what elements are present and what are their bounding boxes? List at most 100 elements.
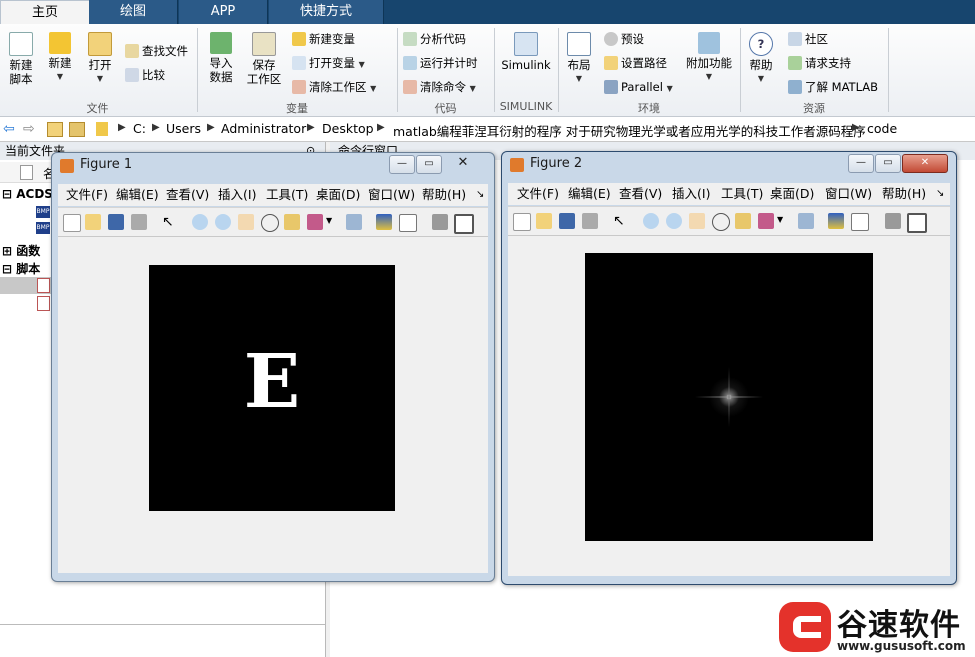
breadcrumb-project-folder[interactable]: matlab编程菲涅耳衍射的程序 对于研究物理光学或者应用光学的科技工作者源码程… — [393, 121, 866, 140]
hide-tools-icon[interactable] — [432, 214, 448, 230]
open-file-icon[interactable] — [85, 214, 101, 230]
tab-plots[interactable]: 绘图 — [89, 0, 178, 24]
new-figure-icon[interactable] — [513, 213, 531, 231]
help-button[interactable]: ? 帮助 ▼ — [746, 32, 776, 86]
menu-view[interactable]: 查看(V) — [166, 184, 209, 206]
dock-arrow-icon[interactable]: ↘ — [936, 183, 944, 205]
tree-item-scripts[interactable]: ⊟ 脚本 — [2, 260, 40, 277]
new-script-button[interactable]: 新建 脚本 — [4, 32, 38, 86]
zoom-in-icon[interactable] — [192, 214, 208, 230]
menu-window[interactable]: 窗口(W) — [825, 183, 872, 205]
pointer-icon[interactable]: ↖ — [162, 214, 178, 230]
breadcrumb-users[interactable]: Users — [166, 121, 201, 136]
import-data-button[interactable]: 导入 数据 — [203, 32, 239, 84]
data-cursor-icon[interactable] — [735, 213, 751, 229]
close-button[interactable]: ✕ — [902, 154, 948, 173]
clear-workspace-button[interactable]: 清除工作区 ▼ — [292, 78, 376, 96]
minimize-button[interactable]: — — [389, 155, 415, 174]
rotate-3d-icon[interactable] — [712, 213, 730, 231]
breadcrumb-administrator[interactable]: Administrator — [221, 121, 306, 136]
tree-item-functions[interactable]: ⊞ 函数 — [2, 242, 40, 259]
menu-insert[interactable]: 插入(I) — [218, 184, 256, 206]
menu-file[interactable]: 文件(F) — [66, 184, 108, 206]
up-folder-icon[interactable] — [47, 122, 63, 137]
tab-apps[interactable]: APP — [179, 0, 268, 24]
script-file-icon[interactable] — [37, 278, 50, 293]
brush-icon[interactable] — [307, 214, 323, 230]
menu-desktop[interactable]: 桌面(D) — [316, 184, 360, 206]
expand-minus-icon[interactable]: ⊟ — [2, 262, 12, 276]
menu-edit[interactable]: 编辑(E) — [116, 184, 159, 206]
pan-icon[interactable] — [238, 214, 254, 230]
compare-button[interactable]: 比较 — [125, 66, 165, 84]
menu-tools[interactable]: 工具(T) — [721, 183, 763, 205]
rotate-3d-icon[interactable] — [261, 214, 279, 232]
print-icon[interactable] — [131, 214, 147, 230]
add-ons-button[interactable]: 附加功能 ▼ — [684, 32, 734, 84]
zoom-out-icon[interactable] — [666, 213, 682, 229]
save-icon[interactable] — [559, 213, 575, 229]
preferences-button[interactable]: 预设 — [604, 30, 644, 48]
clear-commands-button[interactable]: 清除命令 ▼ — [403, 78, 476, 96]
link-plot-icon[interactable] — [346, 214, 362, 230]
pan-icon[interactable] — [689, 213, 705, 229]
new-variable-button[interactable]: 新建变量 — [292, 30, 355, 48]
save-workspace-button[interactable]: 保存 工作区 — [244, 32, 284, 86]
menu-view[interactable]: 查看(V) — [619, 183, 662, 205]
data-cursor-icon[interactable] — [284, 214, 300, 230]
link-plot-icon[interactable] — [798, 213, 814, 229]
minimize-button[interactable]: — — [848, 154, 874, 173]
back-arrow-icon[interactable]: ⇦ — [3, 121, 15, 137]
brush-icon[interactable] — [758, 213, 774, 229]
legend-icon[interactable] — [399, 214, 417, 232]
open-variable-button[interactable]: 打开变量 ▼ — [292, 54, 365, 72]
set-path-button[interactable]: 设置路径 — [604, 54, 667, 72]
learn-matlab-button[interactable]: 了解 MATLAB — [788, 78, 878, 96]
dock-figure-icon[interactable] — [454, 214, 474, 234]
menu-help[interactable]: 帮助(H) — [882, 183, 926, 205]
chevron-down-icon[interactable]: ▼ — [326, 216, 332, 225]
dock-figure-icon[interactable] — [907, 213, 927, 233]
menu-insert[interactable]: 插入(I) — [672, 183, 710, 205]
zoom-in-icon[interactable] — [643, 213, 659, 229]
menu-tools[interactable]: 工具(T) — [266, 184, 308, 206]
tab-shortcuts[interactable]: 快捷方式 — [269, 0, 384, 24]
save-icon[interactable] — [108, 214, 124, 230]
breadcrumb-desktop[interactable]: Desktop — [322, 121, 374, 136]
bmp-file-icon[interactable]: BMP — [36, 206, 50, 218]
chevron-down-icon[interactable]: ▼ — [777, 215, 783, 224]
colorbar-icon[interactable] — [376, 214, 392, 230]
menu-help[interactable]: 帮助(H) — [422, 184, 466, 206]
find-files-button[interactable]: 查找文件 — [125, 42, 188, 60]
new-button[interactable]: 新建 ▼ — [44, 32, 76, 84]
colorbar-icon[interactable] — [828, 213, 844, 229]
request-support-button[interactable]: 请求支持 — [788, 54, 851, 72]
layout-button[interactable]: 布局 ▼ — [564, 32, 594, 86]
pointer-icon[interactable]: ↖ — [613, 213, 629, 229]
bmp-file-icon[interactable]: BMP — [36, 222, 50, 234]
dock-arrow-icon[interactable]: ↘ — [476, 184, 484, 206]
hide-tools-icon[interactable] — [885, 213, 901, 229]
open-file-icon[interactable] — [536, 213, 552, 229]
menu-desktop[interactable]: 桌面(D) — [770, 183, 814, 205]
parallel-button[interactable]: Parallel ▼ — [604, 78, 673, 96]
close-button[interactable]: ✕ — [446, 155, 480, 172]
expand-plus-icon[interactable]: ⊞ — [2, 244, 12, 258]
menu-file[interactable]: 文件(F) — [517, 183, 559, 205]
maximize-button[interactable]: ▭ — [416, 155, 442, 174]
run-and-time-button[interactable]: 运行并计时 — [403, 54, 478, 72]
community-button[interactable]: 社区 — [788, 30, 828, 48]
tree-item-acds[interactable]: ⊟ ACDS — [2, 187, 53, 201]
forward-arrow-icon[interactable]: ⇨ — [23, 121, 35, 137]
print-icon[interactable] — [582, 213, 598, 229]
breadcrumb-drive[interactable]: C: — [133, 121, 146, 136]
browse-folder-icon[interactable] — [69, 122, 85, 137]
analyze-code-button[interactable]: 分析代码 — [403, 30, 466, 48]
maximize-button[interactable]: ▭ — [875, 154, 901, 173]
menu-edit[interactable]: 编辑(E) — [568, 183, 611, 205]
expand-minus-icon[interactable]: ⊟ — [2, 187, 12, 201]
tab-home[interactable]: 主页 — [0, 0, 90, 25]
menu-window[interactable]: 窗口(W) — [368, 184, 415, 206]
open-button[interactable]: 打开 ▼ — [84, 32, 116, 86]
simulink-button[interactable]: Simulink — [500, 32, 552, 72]
